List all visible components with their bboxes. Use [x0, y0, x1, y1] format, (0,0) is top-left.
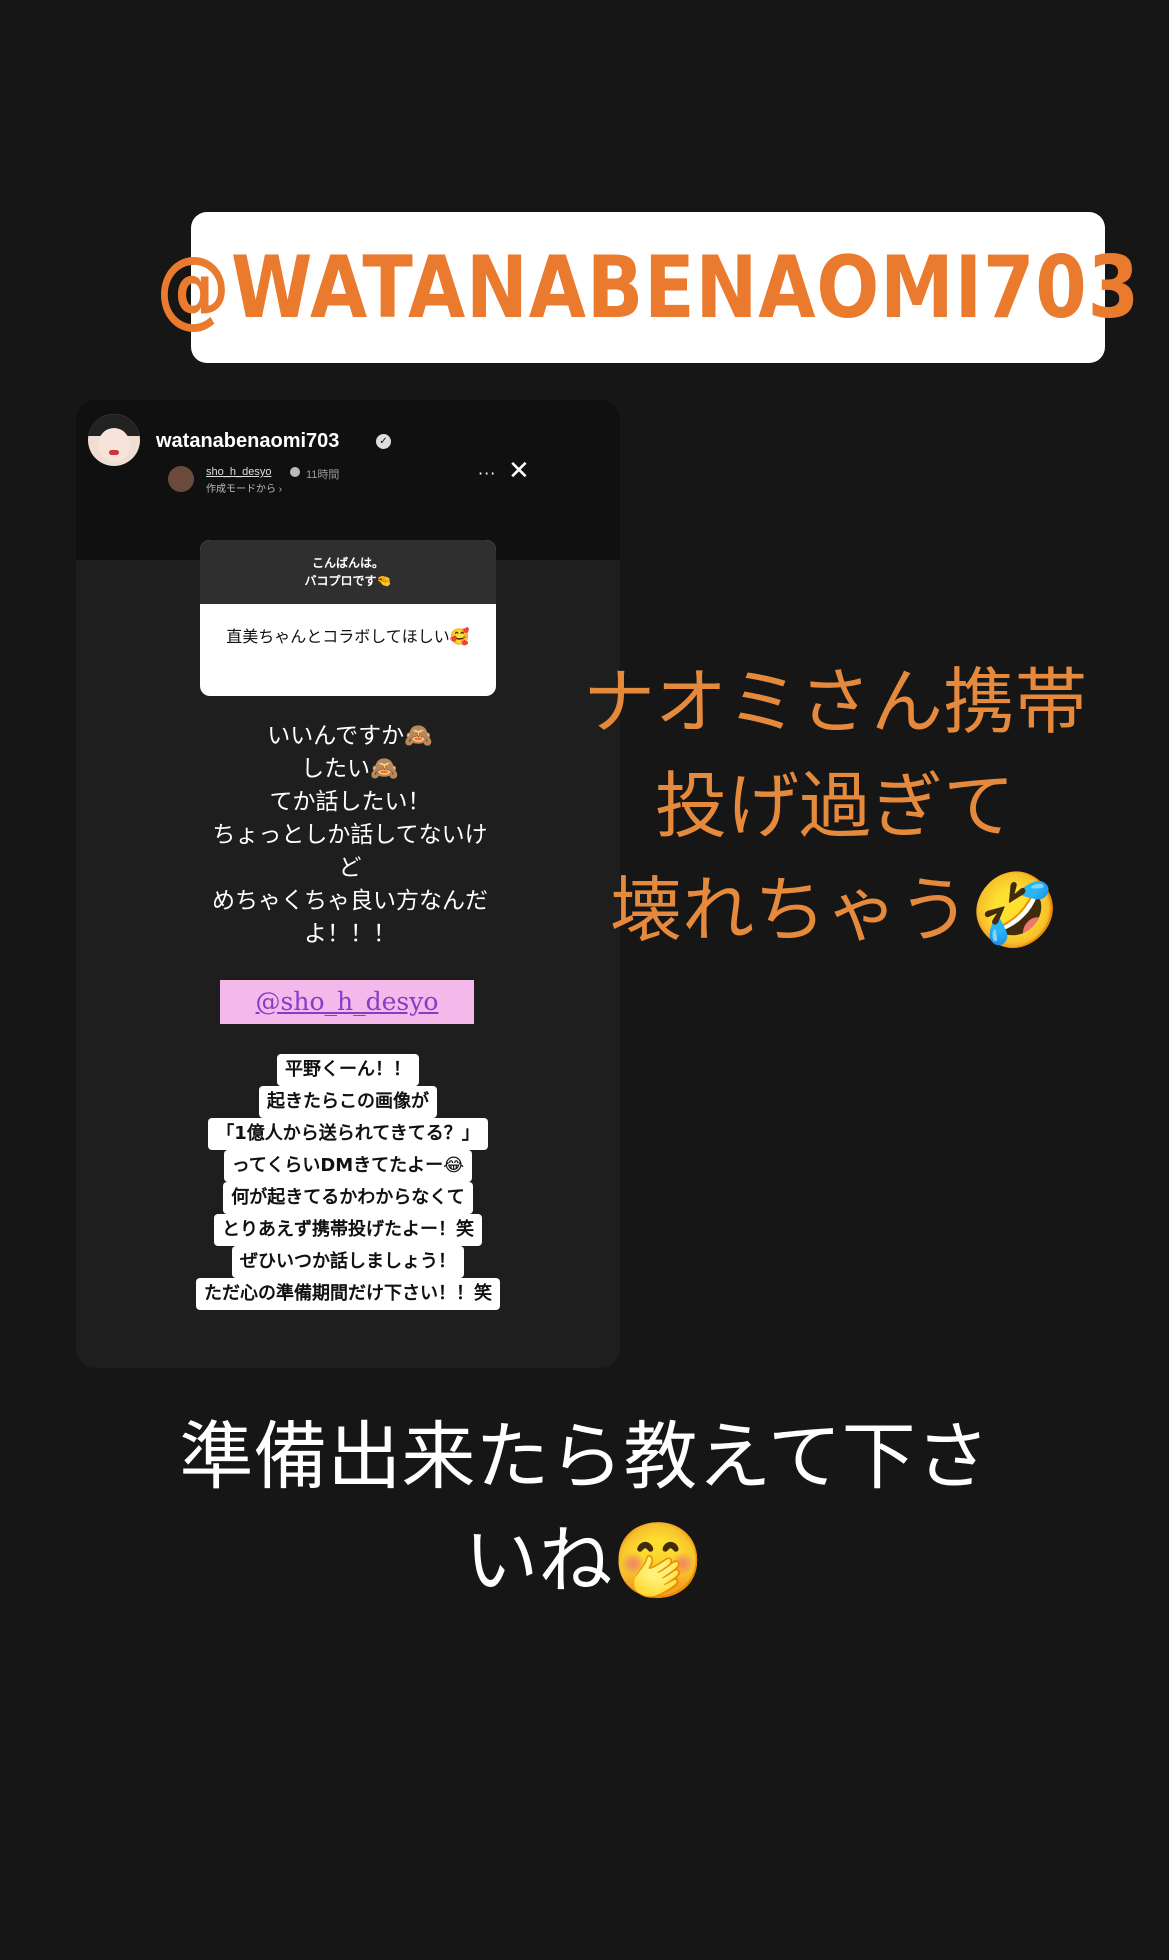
dm-line: 平野くーん！！: [277, 1054, 419, 1086]
reply-line: いいんですか🙈: [267, 723, 433, 749]
orange-caption-line3: 壊れちゃう🤣: [610, 868, 1060, 952]
dm-line: ただ心の準備期間だけ下さい！！笑: [196, 1278, 500, 1310]
question-sticker: こんばんは。 バコプロです🤏 直美ちゃんとコラボしてほしい🥰: [200, 540, 496, 696]
mention-sticker-text: @WATANABENAOMI703: [156, 237, 1140, 338]
white-caption: 準備出来たら教えて下さ いね🤭: [60, 1405, 1109, 1613]
dm-line: 何が起きてるかわからなくて: [223, 1182, 473, 1214]
dm-line: 「1億人から送られてきてる？」: [208, 1118, 488, 1150]
question-header: こんばんは。 バコプロです🤏: [200, 540, 496, 604]
orange-caption-line1: ナオミさん携帯: [582, 660, 1087, 744]
reply-line: てか話したい！: [269, 789, 431, 815]
sub-verified-badge-icon: [290, 467, 300, 477]
mention-sticker[interactable]: @WATANABENAOMI703: [156, 212, 1139, 363]
reply-line: めちゃくちゃ良い方なんだ: [212, 888, 488, 914]
username[interactable]: watanabenaomi703: [156, 430, 339, 453]
mention-tag[interactable]: @sho_h_desyo: [220, 980, 474, 1024]
timestamp: 11時間: [306, 469, 340, 481]
card-header: watanabenaomi703 ✓ sho_h_desyo 11時間 作成モー…: [76, 400, 620, 560]
avatar[interactable]: [88, 414, 140, 466]
reply-text: いいんですか🙈 したい🙈 てか話したい！ ちょっとしか話してないけ ど めちゃく…: [160, 720, 540, 951]
white-caption-line1: 準備出来たら教えて下さ: [179, 1414, 990, 1500]
dm-line: とりあえず携帯投げたよー！笑: [214, 1214, 482, 1246]
orange-caption: ナオミさん携帯 投げ過ぎて 壊れちゃう🤣: [515, 650, 1155, 962]
white-caption-line2: いね🤭: [464, 1518, 705, 1604]
verified-badge-icon: ✓: [376, 434, 391, 449]
dm-line: ってくらいDMきてたよー😂: [223, 1150, 473, 1182]
reply-line: よ！！！: [304, 921, 396, 947]
dm-line: ぜひいつか話しましょう！: [232, 1246, 464, 1278]
orange-caption-line2: 投げ過ぎて: [654, 764, 1015, 848]
dm-note: 平野くーん！！ 起きたらこの画像が 「1億人から送られてきてる？」 ってくらいD…: [160, 1054, 536, 1310]
reply-line: ど: [338, 855, 362, 881]
dm-line: 起きたらこの画像が: [259, 1086, 437, 1118]
more-options-icon[interactable]: ···: [478, 464, 496, 483]
question-header-line2: バコプロです🤏: [304, 574, 392, 588]
reply-line: ちょっとしか話してないけ: [212, 822, 488, 848]
question-header-line1: こんばんは。: [311, 556, 384, 570]
sub-username[interactable]: sho_h_desyo: [206, 466, 271, 478]
create-mode-label[interactable]: 作成モードから ›: [206, 480, 282, 495]
close-icon[interactable]: ✕: [508, 458, 530, 484]
reply-line: したい🙈: [301, 756, 399, 782]
sub-avatar[interactable]: [168, 466, 194, 492]
question-body: 直美ちゃんとコラボしてほしい🥰: [226, 627, 470, 646]
